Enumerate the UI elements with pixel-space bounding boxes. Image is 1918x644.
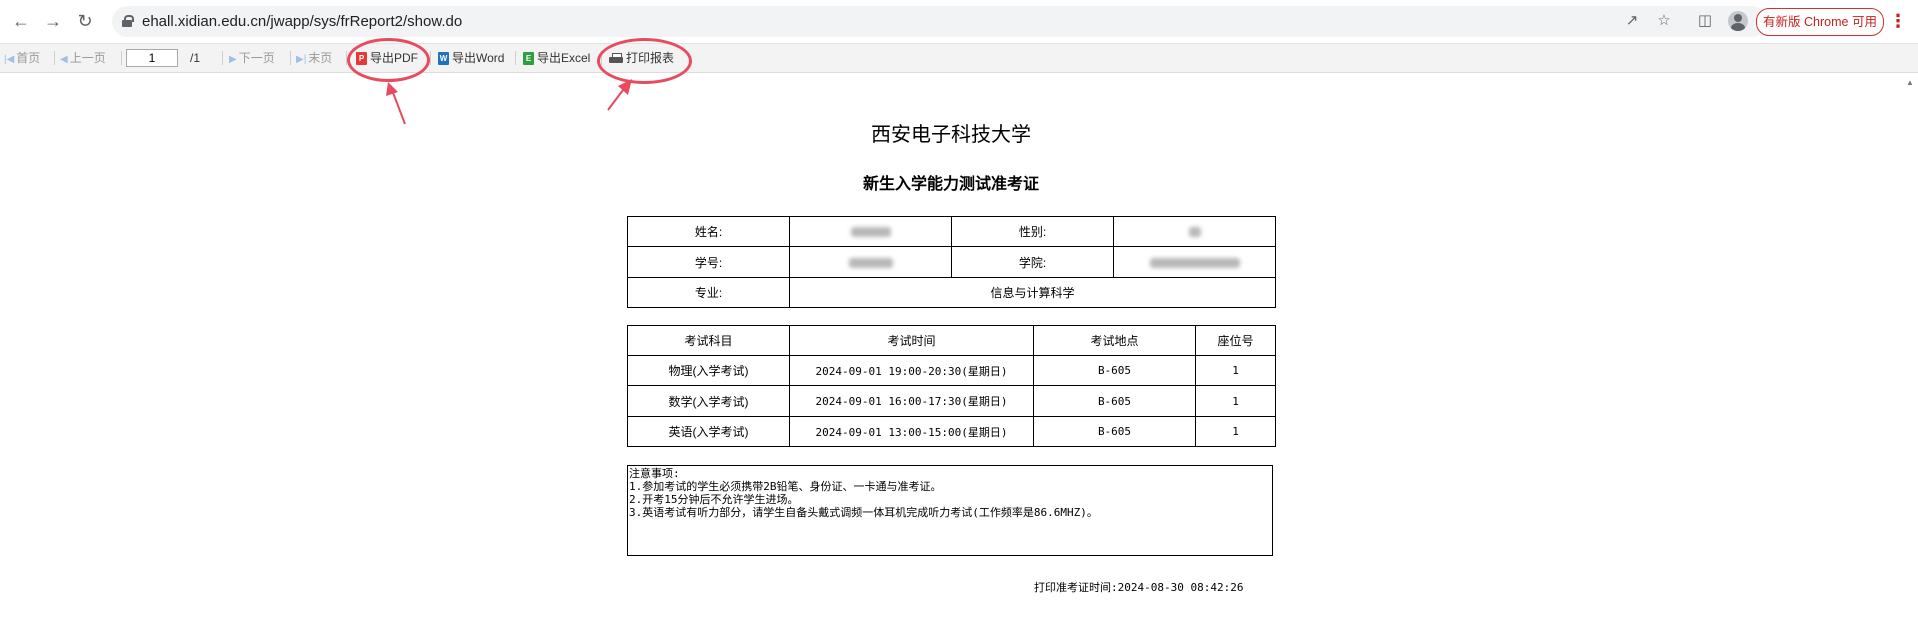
- exam-subject: 英语(入学考试): [627, 416, 790, 447]
- print-report-label: 打印报表: [626, 51, 675, 65]
- student-id-label: 学号:: [627, 246, 790, 278]
- next-page-label: 下一页: [238, 51, 275, 65]
- prev-page-icon: ◀: [60, 54, 68, 65]
- word-file-icon: W: [438, 52, 449, 66]
- major-label: 专业:: [627, 277, 790, 308]
- table-row: 学号: 学院:: [627, 246, 1276, 278]
- exam-location: B-605: [1033, 355, 1196, 386]
- first-page-button[interactable]: |◀ 首页: [4, 44, 40, 72]
- printer-icon: [609, 53, 623, 64]
- update-chrome-button[interactable]: 有新版 Chrome 可用: [1756, 8, 1884, 36]
- report-toolbar: |◀首页 ◀上一页 /1 ▶下一页 ▶|末页 P导出PDF W导出Word E导…: [0, 44, 1918, 73]
- note-item: 3.英语考试有听力部分，请学生自备头戴式调频一体耳机完成听力考试(工作频率是86…: [629, 506, 1098, 519]
- exam-seat: 1: [1195, 385, 1276, 417]
- university-title: 西安电子科技大学: [871, 122, 1031, 146]
- arrow-left-icon[interactable]: ←: [9, 9, 33, 33]
- exam-location: B-605: [1033, 385, 1196, 417]
- student-info-table: 姓名: 性别: 学号: 学院: 专业: 信息与计算科学: [627, 216, 1276, 308]
- toolbar-divider: [601, 51, 602, 65]
- side-panel-icon[interactable]: ◫: [1694, 10, 1716, 32]
- header-seat: 座位号: [1195, 325, 1276, 356]
- college-label: 学院:: [951, 246, 1114, 278]
- note-item: 1.参加考试的学生必须携带2B铅笔、身份证、一卡通与准考证。: [629, 480, 942, 493]
- export-word-button[interactable]: W 导出Word: [438, 44, 504, 72]
- url-text[interactable]: ehall.xidian.edu.cn/jwapp/sys/frReport2/…: [142, 6, 462, 37]
- export-excel-button[interactable]: E 导出Excel: [523, 44, 590, 72]
- export-word-label: 导出Word: [452, 51, 505, 65]
- notes-box: 注意事项: 1.参加考试的学生必须携带2B铅笔、身份证、一卡通与准考证。 2.开…: [627, 465, 1273, 556]
- avatar-icon[interactable]: [1728, 11, 1748, 31]
- table-row: 姓名: 性别:: [627, 216, 1276, 247]
- exam-time: 2024-09-01 16:00-17:30(星期日): [789, 385, 1034, 417]
- gender-label: 性别:: [951, 216, 1114, 247]
- table-row: 数学(入学考试) 2024-09-01 16:00-17:30(星期日) B-6…: [627, 385, 1276, 417]
- notes-heading: 注意事项:: [629, 467, 680, 480]
- first-page-icon: |◀: [4, 54, 15, 65]
- export-excel-label: 导出Excel: [537, 51, 591, 65]
- export-pdf-label: 导出PDF: [370, 51, 419, 65]
- name-value-redacted: [789, 216, 952, 247]
- next-page-button[interactable]: ▶ 下一页: [229, 44, 275, 72]
- name-label: 姓名:: [627, 216, 790, 247]
- print-time-value: 2024-08-30 08:42:26: [1117, 581, 1244, 594]
- browser-toolbar: ← → ↻ ehall.xidian.edu.cn/jwapp/sys/frRe…: [0, 0, 1918, 44]
- toolbar-divider: [54, 51, 55, 65]
- exam-subject: 物理(入学考试): [627, 355, 790, 386]
- major-value: 信息与计算科学: [789, 277, 1276, 308]
- note-item: 2.开考15分钟后不允许学生进场。: [629, 493, 799, 506]
- print-time-label: 打印准考证时间:: [1034, 581, 1118, 594]
- exam-time: 2024-09-01 19:00-20:30(星期日): [789, 355, 1034, 386]
- table-header-row: 考试科目 考试时间 考试地点 座位号: [627, 325, 1276, 356]
- toolbar-divider: [290, 51, 291, 65]
- last-page-button[interactable]: ▶| 末页: [296, 44, 332, 72]
- page-number-input[interactable]: [126, 49, 178, 67]
- share-icon[interactable]: ↗: [1620, 9, 1644, 33]
- toolbar-divider: [346, 51, 347, 65]
- scroll-up-arrow-icon[interactable]: ▲: [1906, 78, 1914, 87]
- page-total: /1: [190, 51, 201, 65]
- table-row: 专业: 信息与计算科学: [627, 277, 1276, 308]
- report-title: 新生入学能力测试准考证: [862, 174, 1039, 193]
- exam-seat: 1: [1195, 416, 1276, 447]
- export-pdf-button[interactable]: P 导出PDF: [356, 44, 418, 72]
- toolbar-divider: [222, 51, 223, 65]
- annotation-arrow-print: [607, 79, 632, 111]
- toolbar-divider: [121, 51, 122, 65]
- exam-seat: 1: [1195, 355, 1276, 386]
- last-page-label: 末页: [308, 51, 333, 65]
- print-report-button[interactable]: 打印报表: [609, 44, 674, 72]
- next-page-icon: ▶: [229, 54, 237, 65]
- toolbar-divider: [515, 51, 516, 65]
- pdf-file-icon: P: [356, 52, 367, 66]
- annotation-arrow-pdf: [386, 82, 406, 125]
- reload-icon[interactable]: ↻: [73, 9, 97, 33]
- table-row: 英语(入学考试) 2024-09-01 13:00-15:00(星期日) B-6…: [627, 416, 1276, 447]
- gender-value-redacted: [1113, 216, 1276, 247]
- student-id-value-redacted: [789, 246, 952, 278]
- prev-page-label: 上一页: [69, 51, 106, 65]
- prev-page-button[interactable]: ◀ 上一页: [60, 44, 106, 72]
- first-page-label: 首页: [16, 51, 41, 65]
- exam-location: B-605: [1033, 416, 1196, 447]
- college-value-redacted: [1113, 246, 1276, 278]
- lock-icon[interactable]: [122, 15, 134, 27]
- exam-schedule-table: 考试科目 考试时间 考试地点 座位号 物理(入学考试) 2024-09-01 1…: [627, 325, 1276, 447]
- header-time: 考试时间: [789, 325, 1034, 356]
- kebab-menu-icon[interactable]: ⋮: [1888, 10, 1908, 32]
- table-row: 物理(入学考试) 2024-09-01 19:00-20:30(星期日) B-6…: [627, 355, 1276, 386]
- exam-subject: 数学(入学考试): [627, 385, 790, 417]
- excel-file-icon: E: [523, 52, 534, 66]
- toolbar-divider: [430, 51, 431, 65]
- last-page-icon: ▶|: [296, 54, 307, 65]
- arrow-right-icon[interactable]: →: [41, 9, 65, 33]
- address-bar[interactable]: ehall.xidian.edu.cn/jwapp/sys/frReport2/…: [112, 6, 1767, 37]
- print-timestamp: 打印准考证时间:2024-08-30 08:42:26: [1034, 579, 1243, 595]
- header-location: 考试地点: [1033, 325, 1196, 356]
- star-icon[interactable]: ☆: [1652, 9, 1676, 33]
- exam-time: 2024-09-01 13:00-15:00(星期日): [789, 416, 1034, 447]
- header-subject: 考试科目: [627, 325, 790, 356]
